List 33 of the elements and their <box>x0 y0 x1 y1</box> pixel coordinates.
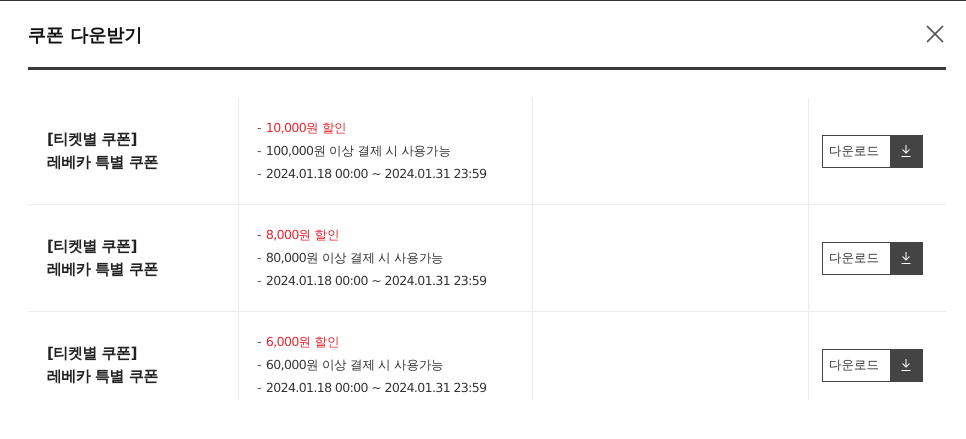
download-icon <box>901 145 911 157</box>
coupon-detail: 60,000원 이상 결제 시 사용가능 <box>266 356 444 374</box>
close-button[interactable] <box>926 25 946 45</box>
coupon-detail: 2024.01.18 00:00 ~ 2024.01.31 23:59 <box>266 272 486 290</box>
coupon-detail: 2024.01.18 00:00 ~ 2024.01.31 23:59 <box>266 165 486 183</box>
dash-marker: - <box>257 226 261 244</box>
dash-marker: - <box>257 249 261 267</box>
dialog-title: 쿠폰 다운받기 <box>28 24 142 47</box>
download-icon <box>901 359 911 371</box>
close-icon <box>926 25 944 43</box>
discount-text: 8,000원 할인 <box>266 226 340 244</box>
coupon-name: [티켓별 쿠폰] <box>47 236 138 257</box>
dash-marker: - <box>257 333 261 351</box>
coupon-name: 레베카 특별 쿠폰 <box>47 152 159 173</box>
coupon-detail: 2024.01.18 00:00 ~ 2024.01.31 23:59 <box>266 379 486 397</box>
download-icon <box>901 252 911 264</box>
dash-marker: - <box>257 142 261 160</box>
dash-marker: - <box>257 379 261 397</box>
coupon-detail: 100,000원 이상 결제 시 사용가능 <box>266 142 451 160</box>
coupon-detail: 80,000원 이상 결제 시 사용가능 <box>266 249 444 267</box>
discount-text: 6,000원 할인 <box>266 333 340 351</box>
dash-marker: - <box>257 119 261 137</box>
coupon-name: [티켓별 쿠폰] <box>47 129 138 150</box>
dash-marker: - <box>257 165 261 183</box>
discount-text: 10,000원 할인 <box>266 119 347 137</box>
download-button[interactable]: 다운로드 <box>822 134 923 168</box>
dash-marker: - <box>257 356 261 374</box>
download-button[interactable]: 다운로드 <box>822 348 923 382</box>
coupon-name: [티켓별 쿠폰] <box>47 343 138 364</box>
download-button[interactable]: 다운로드 <box>822 242 923 274</box>
coupon-name: 레베카 특별 쿠폰 <box>47 366 159 387</box>
dash-marker: - <box>257 272 261 290</box>
coupon-name: 레베카 특별 쿠폰 <box>47 259 159 280</box>
